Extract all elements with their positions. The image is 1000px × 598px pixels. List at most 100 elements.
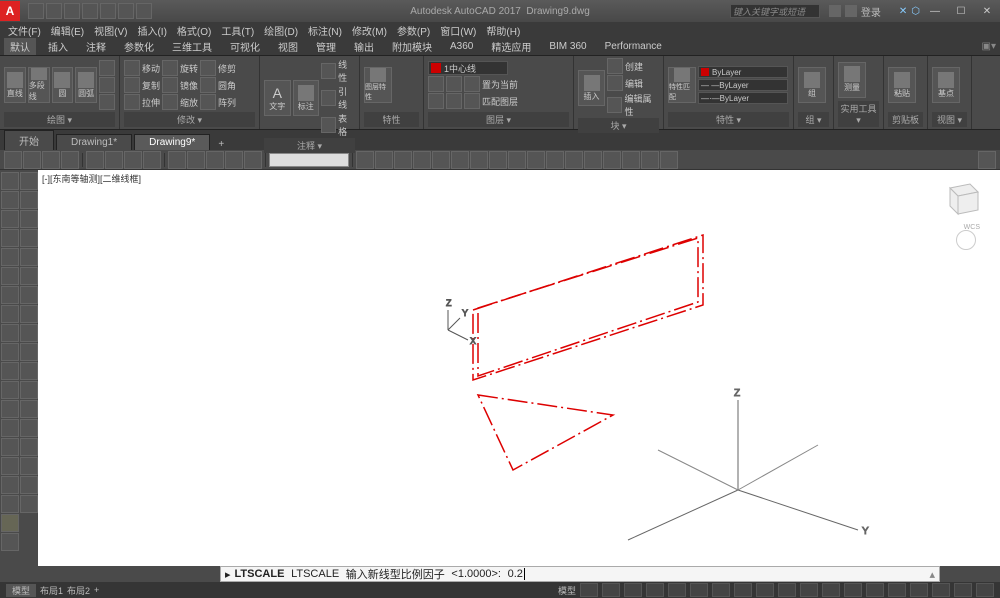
status-clean-icon[interactable] [954,583,972,597]
panel-annotation-title[interactable]: 注释 ▾ [264,138,355,153]
tool-join-icon[interactable] [20,419,38,437]
menu-window[interactable]: 窗口(W) [436,23,480,38]
layer-combo[interactable]: 1中心线 [428,61,508,75]
tb20-icon[interactable] [470,151,488,169]
status-osnap-icon[interactable] [668,583,686,597]
tool-blend-icon[interactable] [20,476,38,494]
layer-btn5-icon[interactable] [446,93,462,109]
tb2-icon[interactable] [23,151,41,169]
layer-btn1-icon[interactable] [428,76,444,92]
dim-button[interactable]: 标注 [293,80,320,116]
tool-table-icon[interactable] [1,495,19,513]
doctab-start[interactable]: 开始 [4,130,54,150]
tb4-icon[interactable] [61,151,79,169]
tb13-icon[interactable] [244,151,262,169]
tool-break2-icon[interactable] [20,400,38,418]
tool-offset-icon[interactable] [20,229,38,247]
stretch-icon[interactable] [124,94,140,110]
panel-layers-title[interactable]: 图层 ▾ [428,112,569,127]
tool-copy-icon[interactable] [20,191,38,209]
app-logo[interactable]: A [0,1,20,21]
tb-input1[interactable] [269,153,349,167]
status-add-layout[interactable]: + [94,585,99,595]
status-model-label[interactable]: 模型 [558,584,576,597]
status-grid-icon[interactable] [580,583,598,597]
tool-addsel-icon[interactable] [1,533,19,551]
tb27-icon[interactable] [603,151,621,169]
table-icon[interactable] [321,117,336,133]
command-input-value[interactable]: 0.2 [508,568,523,580]
tb19-icon[interactable] [451,151,469,169]
status-model-tab[interactable]: 模型 [6,584,36,597]
tb1-icon[interactable] [4,151,22,169]
tb28-icon[interactable] [622,151,640,169]
tool-break-icon[interactable] [20,381,38,399]
tool-ellipsearc-icon[interactable] [1,362,19,380]
tb22-icon[interactable] [508,151,526,169]
polyline-button[interactable]: 多段线 [28,67,50,103]
status-lwt-icon[interactable] [778,583,796,597]
copy-icon[interactable] [124,77,140,93]
paste-button[interactable]: 粘贴 [888,67,916,103]
qat-open-icon[interactable] [46,3,62,19]
menu-format[interactable]: 格式(O) [173,23,215,38]
status-3dosnap-icon[interactable] [690,583,708,597]
status-dyn-icon[interactable] [756,583,774,597]
status-hw-icon[interactable] [910,583,928,597]
tb29-icon[interactable] [641,151,659,169]
tool-mirror-icon[interactable] [20,210,38,228]
tb30-icon[interactable] [660,151,678,169]
status-iso-icon[interactable] [932,583,950,597]
tool-stretch-icon[interactable] [20,324,38,342]
line-button[interactable]: 直线 [4,67,26,103]
block-edit-icon[interactable] [607,75,623,91]
drawing-canvas[interactable]: X Y Z Z Y [38,170,1000,566]
match-props-button[interactable]: 特性匹配 [668,67,696,103]
tool-move-icon[interactable] [20,267,38,285]
status-ducs-icon[interactable] [734,583,752,597]
tool-spline-icon[interactable] [1,324,19,342]
tool-revcloud-icon[interactable] [1,305,19,323]
menu-modify[interactable]: 修改(M) [348,23,391,38]
tab-parametric[interactable]: 参数化 [118,38,160,55]
tab-3dtools[interactable]: 三维工具 [166,38,218,55]
draw-extra-icon[interactable] [99,60,115,76]
tab-annotate[interactable]: 注释 [80,38,112,55]
tool-line-icon[interactable] [1,172,19,190]
drawing-viewport[interactable]: [-][东南等轴测][二维线框] X Y Z Z Y [38,170,1000,566]
mirror-icon[interactable] [162,77,178,93]
command-dropdown-icon[interactable]: ▴ [929,568,935,581]
menu-parametric[interactable]: 参数(P) [393,23,434,38]
nav-wheel-icon[interactable] [956,230,976,250]
tool-hatch-icon[interactable] [1,438,19,456]
panel-draw-title[interactable]: 绘图 ▾ [4,112,115,127]
leader-icon[interactable] [321,90,336,106]
tool-erase-icon[interactable] [20,172,38,190]
status-ws-icon[interactable] [888,583,906,597]
doctab-drawing9[interactable]: Drawing9* [134,134,210,150]
command-line[interactable]: ▸ LTSCALE LTSCALE 输入新线型比例因子 <1.0000>: 0.… [220,566,940,582]
tb17-icon[interactable] [413,151,431,169]
tb18-icon[interactable] [432,151,450,169]
layer-btn3-icon[interactable] [464,76,480,92]
tool-insert-icon[interactable] [1,381,19,399]
status-anno-icon[interactable] [866,583,884,597]
status-ortho-icon[interactable] [624,583,642,597]
linear-icon[interactable] [321,63,336,79]
panel-group-title[interactable]: 组 ▾ [798,112,829,127]
measure-button[interactable]: 测量 [838,62,866,98]
tool-arc-icon[interactable] [1,267,19,285]
help-search-input[interactable]: 键入关键字或短语 [730,4,820,18]
tab-performance[interactable]: Performance [599,40,668,53]
menu-edit[interactable]: 编辑(E) [47,23,88,38]
menu-tools[interactable]: 工具(T) [217,23,258,38]
panel-modify-title[interactable]: 修改 ▾ [124,112,255,127]
menu-file[interactable]: 文件(F) [4,23,45,38]
tool-fillet-icon[interactable] [20,457,38,475]
tool-polygon-icon[interactable] [1,229,19,247]
panel-view-title[interactable]: 视图 ▾ [932,112,967,127]
tb26-icon[interactable] [584,151,602,169]
qat-redo-icon[interactable] [136,3,152,19]
tool-explode-icon[interactable] [20,495,38,513]
circle-button[interactable]: 圆 [52,67,74,103]
